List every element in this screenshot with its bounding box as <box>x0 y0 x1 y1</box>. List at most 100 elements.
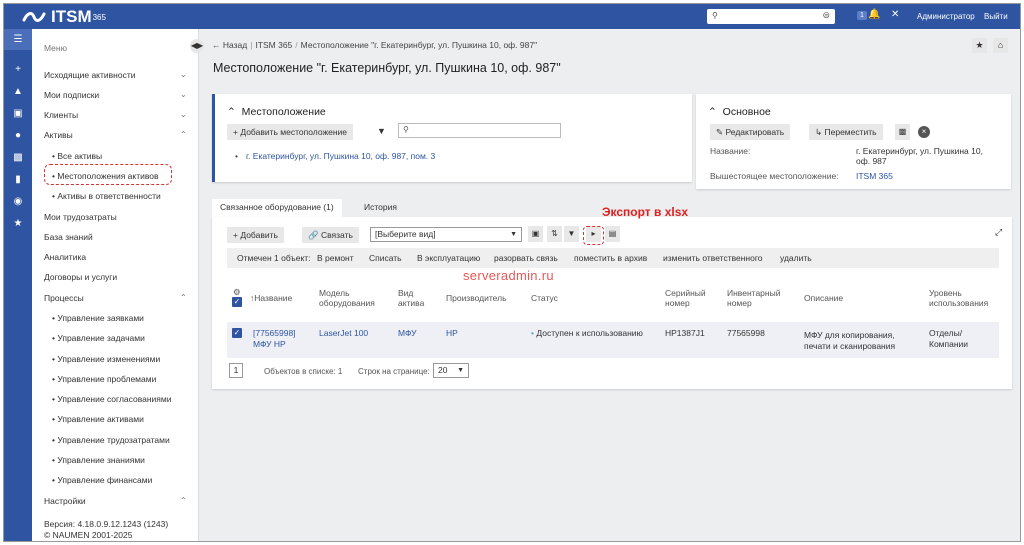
sidebar-item-outgoing[interactable]: Исходящие активности <box>44 70 135 80</box>
sidebar-item-problems[interactable]: • Управление проблемами <box>52 374 156 384</box>
sidebar-item-analytics[interactable]: Аналитика <box>44 252 86 262</box>
move-button[interactable]: ↳ Переместить <box>809 124 883 140</box>
copy-icon[interactable]: ▩ <box>895 124 910 140</box>
link-button[interactable]: 🔗 Связать <box>302 227 359 243</box>
location-card-title[interactable]: ⌃ Местоположение <box>227 106 326 118</box>
vendor-link[interactable]: HP <box>446 328 458 339</box>
global-search-input[interactable]: ⚲ ⊜ <box>707 9 835 24</box>
tab-related-equipment[interactable]: Связанное оборудование (1) <box>212 199 342 217</box>
search-settings-icon[interactable]: ⊜ <box>822 10 830 21</box>
action-delete[interactable]: удалить <box>780 253 812 263</box>
chart-icon[interactable]: ▮ <box>4 169 32 190</box>
main-card-title[interactable]: ⌃ Основное <box>708 106 771 118</box>
sidebar-item-timesheet-management[interactable]: • Управление трудозатратами <box>52 435 170 445</box>
sidebar-item-asset-management[interactable]: • Управление активами <box>52 414 144 424</box>
chevron-down-icon[interactable]: ⌄ <box>180 90 187 99</box>
back-link[interactable]: ← Назад <box>212 40 247 50</box>
rows-per-page-select[interactable]: 20 ▼ <box>433 363 469 378</box>
page-number-button[interactable]: 1 <box>229 363 243 378</box>
select-all-checkbox[interactable]: ✓ <box>232 297 242 307</box>
logo[interactable]: ITSM 365 <box>22 7 106 27</box>
add-location-button[interactable]: + Добавить местоположение <box>227 124 354 140</box>
chevron-down-icon[interactable]: ⌄ <box>180 110 187 119</box>
sidebar-item-assets[interactable]: Активы <box>44 130 73 140</box>
action-operate[interactable]: В эксплуатацию <box>417 253 480 263</box>
home-icon[interactable]: ⌂ <box>993 38 1008 53</box>
filter-icon[interactable]: ▼ <box>377 126 386 136</box>
action-archive[interactable]: поместить в архив <box>574 253 647 263</box>
table-row[interactable]: ✓ [77565998] МФУ HP LaserJet 100 МФУ HP •… <box>227 322 999 358</box>
favorite-star-icon[interactable]: ★ <box>972 38 987 53</box>
edit-button[interactable]: ✎ Редактировать <box>710 124 791 140</box>
sidebar-item-tasks[interactable]: • Управление задачами <box>52 333 145 343</box>
add-button[interactable]: + Добавить <box>227 227 284 243</box>
column-header-usage[interactable]: Уровень использования <box>929 288 988 308</box>
column-header-name[interactable]: ↑Название <box>250 293 292 303</box>
action-writeoff[interactable]: Списать <box>369 253 402 263</box>
save-icon[interactable]: ▣ <box>528 226 543 242</box>
sidebar-item-processes[interactable]: Процессы <box>44 293 84 303</box>
breadcrumb-root-link[interactable]: ITSM 365 <box>255 40 292 50</box>
type-link[interactable]: МФУ <box>398 328 416 339</box>
column-header-type[interactable]: Вид актива <box>398 288 424 308</box>
sidebar-item-requests[interactable]: • Управление заявками <box>52 313 144 323</box>
sidebar-item-changes[interactable]: • Управление изменениями <box>52 354 160 364</box>
plus-icon[interactable]: + <box>4 59 32 80</box>
chevron-up-icon[interactable]: ⌃ <box>180 496 187 505</box>
equipment-name-link[interactable]: [77565998] МФУ HP <box>253 328 296 349</box>
sidebar-item-subscriptions[interactable]: Мои подписки <box>44 90 99 100</box>
collapse-menu-icon[interactable]: ◀▶ <box>190 39 204 53</box>
users-icon[interactable]: ● <box>4 125 32 146</box>
chevron-up-icon[interactable]: ⌃ <box>227 106 236 118</box>
column-header-status[interactable]: Статус <box>531 293 558 303</box>
column-header-model[interactable]: Модель оборудования <box>319 288 375 308</box>
hierarchy-icon[interactable]: ▲ <box>4 81 32 102</box>
admin-user-link[interactable]: Администратор <box>917 12 975 21</box>
settings-gear-icon[interactable]: ⚙ <box>233 287 241 297</box>
view-select[interactable]: [Выберите вид] ▼ <box>370 227 522 242</box>
sidebar-item-all-assets[interactable]: • Все активы <box>52 151 102 161</box>
row-checkbox[interactable]: ✓ <box>232 328 242 338</box>
sidebar-item-knowledge-management[interactable]: • Управление знаниями <box>52 455 145 465</box>
tools-icon[interactable]: ✕ <box>891 9 899 20</box>
menu-hamburger-icon[interactable]: ☰ <box>4 29 32 50</box>
sidebar-item-contracts[interactable]: Договоры и услуги <box>44 272 117 282</box>
column-header-vendor[interactable]: Производитель <box>446 293 507 303</box>
sort-icon[interactable]: ⇅ <box>547 226 562 242</box>
close-icon[interactable]: × <box>918 126 930 138</box>
column-header-serial[interactable]: Серийный номер <box>665 288 706 308</box>
list-item[interactable]: • г. Екатеринбург, ул. Пушкина 10, оф. 98… <box>235 151 435 161</box>
parent-location-link[interactable]: ITSM 365 <box>856 171 893 181</box>
sidebar-item-clients[interactable]: Клиенты <box>44 110 78 120</box>
action-unlink[interactable]: разорвать связь <box>494 253 558 263</box>
logout-link[interactable]: Выйти <box>984 12 1008 21</box>
book-icon[interactable]: ▩ <box>4 147 32 168</box>
sidebar-item-knowledge-base[interactable]: База знаний <box>44 232 93 242</box>
location-search-input[interactable]: ⚲ <box>398 123 561 138</box>
column-header-inventory[interactable]: Инвентарный номер <box>727 288 780 308</box>
expand-icon[interactable]: ⤢ <box>995 227 1002 238</box>
profile-icon[interactable]: ◉ <box>4 191 32 212</box>
sidebar-item-approvals[interactable]: • Управление согласованиями <box>52 394 171 404</box>
tickets-icon[interactable]: ▣ <box>4 103 32 124</box>
chevron-down-icon[interactable]: ⌄ <box>180 70 187 79</box>
location-item-link[interactable]: г. Екатеринбург, ул. Пушкина 10, оф. 987… <box>246 151 435 161</box>
tab-history[interactable]: История <box>356 199 405 217</box>
action-change-owner[interactable]: изменить ответственного <box>663 253 763 263</box>
sidebar-item-settings[interactable]: Настройки <box>44 496 86 506</box>
sidebar-item-my-timesheets[interactable]: Мои трудозатраты <box>44 212 117 222</box>
star-icon[interactable]: ★ <box>4 213 32 234</box>
sidebar-item-responsible-assets[interactable]: • Активы в ответственности <box>52 191 161 201</box>
columns-icon[interactable]: ▤ <box>605 226 620 242</box>
column-header-description[interactable]: Описание <box>804 293 843 303</box>
search-icon: ⚲ <box>403 125 409 134</box>
filter-icon[interactable]: ▼ <box>564 226 579 242</box>
bell-icon[interactable]: 🔔 <box>868 9 880 20</box>
chevron-up-icon[interactable]: ⌃ <box>180 130 187 139</box>
chevron-up-icon[interactable]: ⌃ <box>180 293 187 302</box>
notifications-count-badge[interactable]: 1 <box>857 11 867 20</box>
chevron-up-icon[interactable]: ⌃ <box>708 106 717 118</box>
sidebar-item-finance[interactable]: • Управление финансами <box>52 475 152 485</box>
action-repair[interactable]: В ремонт <box>317 253 354 263</box>
model-link[interactable]: LaserJet 100 <box>319 328 368 339</box>
